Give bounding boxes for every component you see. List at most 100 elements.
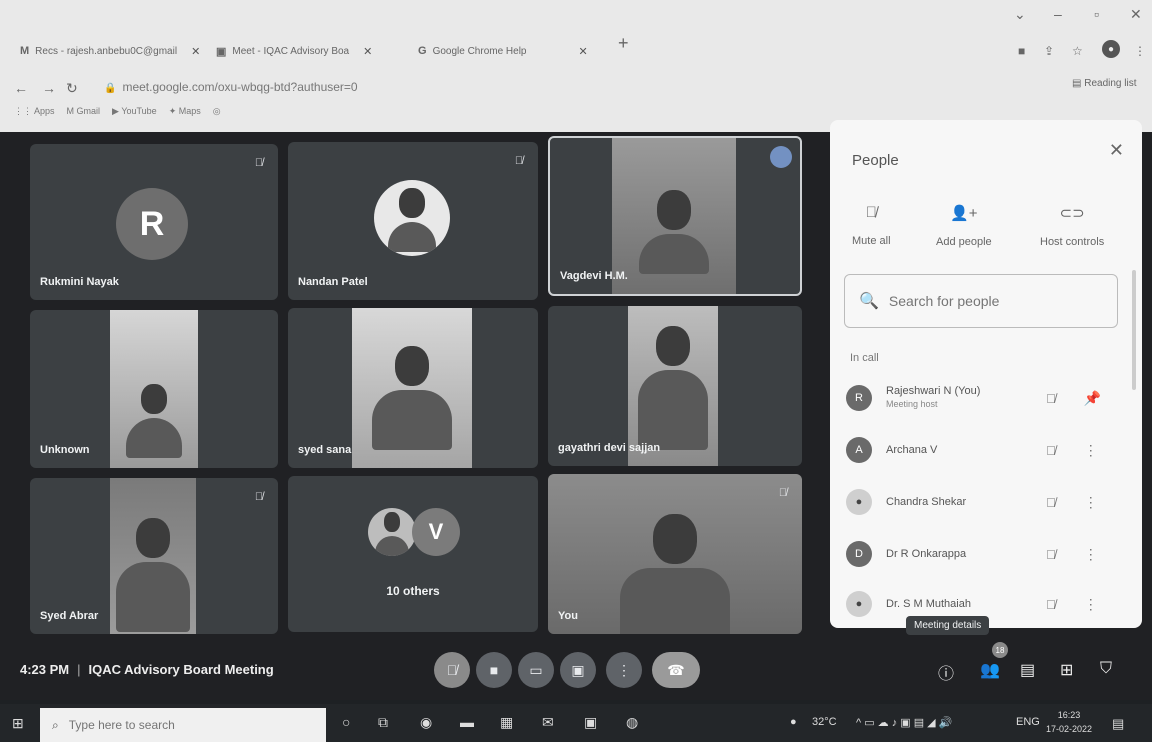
meeting-details-tooltip: Meeting details (906, 616, 990, 635)
info-icon[interactable]: ⓘ (938, 660, 954, 684)
edge-icon[interactable]: ◉ (420, 714, 432, 731)
profile-avatar[interactable]: ● (1102, 40, 1120, 58)
participant-tile[interactable]: 🎙̸ Nandan Patel (288, 142, 538, 300)
store-icon[interactable]: ▦ (500, 714, 513, 731)
cortana-icon[interactable]: ○ (342, 714, 350, 730)
tab-label: Meet - IQAC Advisory Boa (232, 45, 350, 57)
search-input[interactable] (888, 293, 1089, 309)
screen: M Recs - rajesh.anbebu0C@gmail ✕ ▣ Meet … (0, 0, 1152, 742)
leave-call-button[interactable]: ☎ (652, 652, 700, 688)
taskbar-search[interactable]: ⌕ (40, 708, 326, 742)
windows-start-icon[interactable]: ⊞ (12, 715, 24, 732)
participant-row[interactable]: R Rajeshwari N (You) Meeting host 🎙̸ 📌 (846, 378, 1128, 418)
mic-off-icon[interactable]: 🎙̸ (1046, 547, 1056, 562)
tray-icons[interactable]: ^ ▭ ☁ ♪ ▣ ▤ ◢ 🔊 (856, 716, 952, 729)
globe-icon[interactable]: ◎ (213, 106, 221, 117)
share-icon[interactable]: ⇪ (1044, 44, 1054, 58)
bookmark-youtube[interactable]: ▶ YouTube (112, 106, 157, 117)
people-icon[interactable]: 👥 (980, 660, 1000, 680)
participant-name: Unknown (40, 444, 90, 456)
close-tab-icon[interactable]: ✕ (579, 45, 588, 58)
star-icon[interactable]: ☆ (1072, 44, 1083, 58)
avatar: V (412, 508, 460, 556)
language-indicator[interactable]: ENG (1016, 716, 1040, 728)
participant-tile[interactable]: 🎙̸ Syed Abrar (30, 478, 278, 634)
participant-name: gayathri devi sajjan (558, 442, 661, 454)
close-tab-icon[interactable]: ✕ (191, 45, 200, 58)
action-label: Mute all (852, 235, 891, 247)
more-vert-icon[interactable]: ⋮ (1084, 596, 1098, 613)
participant-tile[interactable]: syed sana (288, 308, 538, 468)
participant-tile-others[interactable]: V 10 others (288, 476, 538, 632)
taskbar-clock[interactable]: 16:23 17-02-2022 (1046, 708, 1092, 736)
app-icon[interactable]: ▣ (584, 714, 597, 731)
more-options-button[interactable]: ⋮ (606, 652, 642, 688)
maximize-icon[interactable]: ▫ (1094, 6, 1099, 22)
close-tab-icon[interactable]: ✕ (363, 45, 372, 58)
mic-off-icon[interactable]: 🎙̸ (1046, 495, 1056, 510)
people-search-field[interactable]: 🔍 (844, 274, 1118, 328)
minimize-icon[interactable]: – (1054, 6, 1062, 22)
participant-name: Chandra Shekar (886, 495, 967, 508)
mute-all-button[interactable]: 🎙̸ Mute all (852, 204, 891, 247)
add-people-button[interactable]: 👤+ Add people (936, 204, 992, 248)
bookmark-gmail[interactable]: M Gmail (67, 106, 101, 117)
person-icon: ● (855, 598, 863, 610)
weather-temp[interactable]: 32°C (812, 716, 837, 728)
tab-help[interactable]: G Google Chrome Help ✕ (418, 38, 588, 64)
avatar: ● (846, 489, 872, 515)
tab-search-icon[interactable]: ⌄ (1014, 6, 1026, 23)
mic-toggle-button[interactable]: 🎙̸ (434, 652, 470, 688)
more-vert-icon[interactable]: ⋮ (1084, 546, 1098, 563)
task-view-icon[interactable]: ⧉ (378, 714, 388, 731)
participant-row[interactable]: ● Chandra Shekar 🎙̸ ⋮ (846, 482, 1128, 522)
camera-icon[interactable]: ■ (1018, 44, 1025, 58)
tab-meet[interactable]: ▣ Meet - IQAC Advisory Boa ✕ (216, 38, 372, 64)
mail-icon[interactable]: ✉ (542, 714, 554, 731)
mic-off-icon[interactable]: 🎙̸ (1046, 391, 1056, 406)
tab-gmail[interactable]: M Recs - rajesh.anbebu0C@gmail ✕ (20, 38, 200, 64)
participant-row[interactable]: D Dr R Onkarappa 🎙̸ ⋮ (846, 534, 1128, 574)
taskbar-search-input[interactable] (68, 718, 289, 732)
more-vert-icon[interactable]: ⋮ (1084, 442, 1098, 459)
address-bar[interactable]: 🔒 meet.google.com/oxu-wbqg-btd?authuser=0 (104, 80, 358, 94)
reload-icon[interactable]: ↻ (66, 80, 78, 97)
bookmark-maps[interactable]: ✦ Maps (169, 106, 201, 117)
speaking-indicator-icon (770, 146, 792, 168)
forward-icon[interactable]: → (42, 80, 56, 96)
more-vert-icon[interactable]: ⋮ (1084, 494, 1098, 511)
chrome-icon[interactable]: ◍ (626, 714, 638, 731)
windows-taskbar: ⊞ ⌕ ○ ⧉ ◉ ▬ ▦ ✉ ▣ ◍ ● 32°C ^ ▭ ☁ ♪ ▣ ▤ ◢… (0, 704, 1152, 742)
lock-icon: 🔒 (104, 83, 117, 94)
back-icon[interactable]: ← (14, 80, 28, 96)
participant-row[interactable]: A Archana V 🎙̸ ⋮ (846, 430, 1128, 470)
participant-tile[interactable]: Unknown (30, 310, 278, 468)
mic-off-icon[interactable]: 🎙̸ (1046, 443, 1056, 458)
person-figure (375, 512, 409, 556)
captions-button[interactable]: ▭ (518, 652, 554, 688)
camera-toggle-button[interactable]: ■ (476, 652, 512, 688)
close-icon[interactable]: ✕ (1109, 140, 1124, 161)
new-tab-button[interactable]: + (618, 33, 629, 54)
panel-scrollbar[interactable] (1132, 270, 1136, 390)
notification-icon[interactable]: ▤ (1112, 716, 1124, 732)
bookmark-apps[interactable]: ⋮⋮ Apps (14, 106, 55, 117)
present-button[interactable]: ▣ (560, 652, 596, 688)
participant-tile[interactable]: gayathri devi sajjan (548, 306, 802, 466)
file-explorer-icon[interactable]: ▬ (460, 714, 474, 730)
reading-list-button[interactable]: ▤ Reading list (1072, 78, 1137, 89)
participant-name: Syed Abrar (40, 610, 99, 622)
close-window-icon[interactable]: ✕ (1130, 6, 1142, 23)
pin-icon[interactable]: 📌 (1084, 390, 1101, 407)
host-controls-button[interactable]: ⊂⊃ Host controls (1040, 204, 1104, 248)
mic-off-icon[interactable]: 🎙̸ (1046, 597, 1056, 612)
menu-icon[interactable]: ⋮ (1134, 44, 1146, 58)
weather-icon[interactable]: ● (790, 716, 797, 728)
bookmark-label: Gmail (76, 106, 101, 116)
participant-tile-active[interactable]: Vagdevi H.M. (548, 136, 802, 296)
host-controls-icon[interactable]: ⛉ (1100, 660, 1112, 678)
participant-tile-self[interactable]: 🎙̸ You (548, 474, 802, 634)
chat-icon[interactable]: ▤ (1020, 660, 1035, 680)
activities-icon[interactable]: ⊞ (1060, 660, 1073, 680)
participant-tile[interactable]: R 🎙̸ Rukmini Nayak (30, 144, 278, 300)
